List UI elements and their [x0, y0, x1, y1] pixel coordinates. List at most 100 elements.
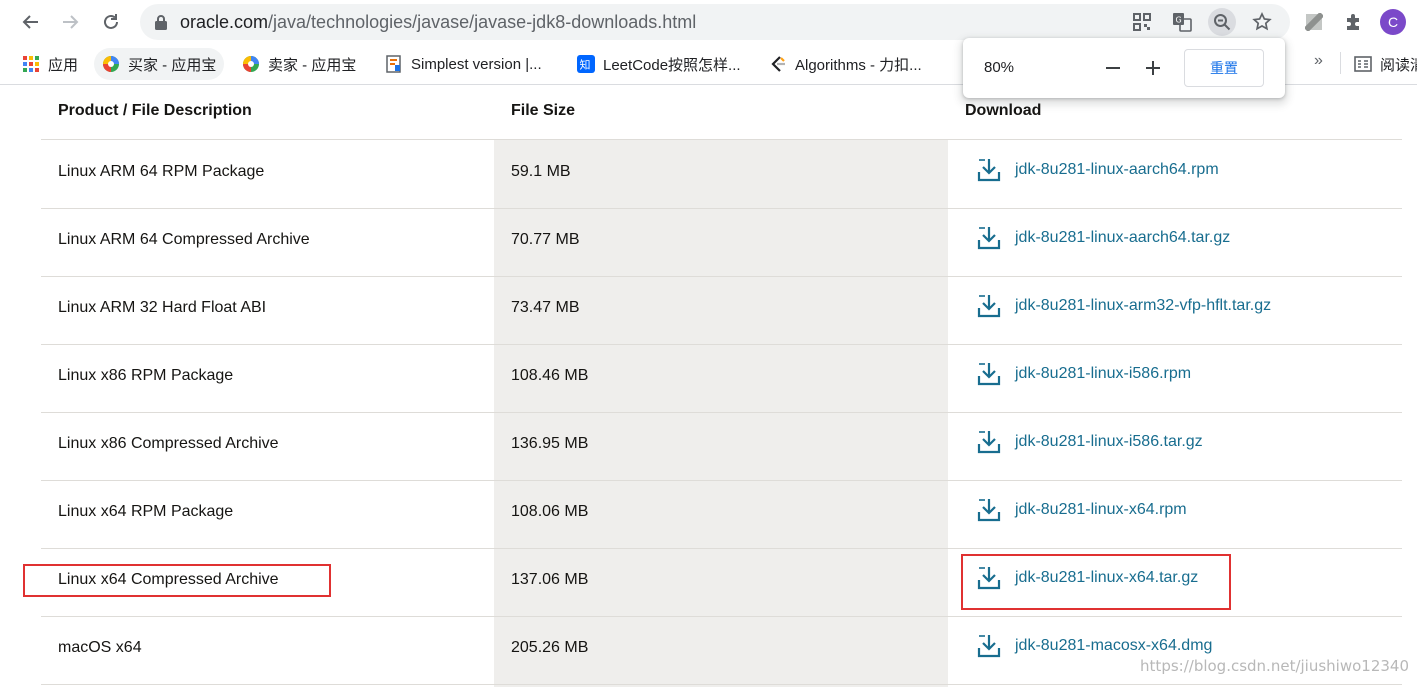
extensions-menu-button[interactable]: [1340, 8, 1368, 36]
qr-code-button[interactable]: [1128, 8, 1156, 36]
cell-description: Linux ARM 64 RPM Package: [58, 163, 265, 180]
cell-description: Linux x64 RPM Package: [58, 503, 234, 520]
cell-description: Linux x86 Compressed Archive: [58, 435, 279, 452]
cell-file-size: 136.95 MB: [511, 435, 589, 452]
plus-icon: [1146, 61, 1160, 75]
download-icon[interactable]: [975, 428, 1003, 456]
bookmark-algorithms-leetcode[interactable]: Algorithms - 力扣...: [769, 48, 922, 80]
url-path: /java/technologies/javase/javase-jdk8-do…: [268, 12, 697, 32]
download-link[interactable]: jdk-8u281-linux-aarch64.tar.gz: [1015, 229, 1230, 247]
zhihu-icon: 知: [577, 55, 595, 73]
download-link-group[interactable]: jdk-8u281-linux-arm32-vfp-hflt.tar.gz: [975, 292, 1271, 320]
bookmark-page-icon: [385, 55, 403, 73]
reading-list-button[interactable]: 阅读清: [1354, 48, 1417, 80]
reload-icon: [104, 14, 118, 29]
bookmark-apps[interactable]: 应用: [22, 48, 78, 80]
yingyongbao-icon: [242, 55, 260, 73]
zoom-level-text: 80%: [984, 59, 1015, 76]
leetcode-icon: [769, 55, 787, 73]
bookmarks-separator: [1340, 52, 1341, 74]
download-icon[interactable]: [975, 360, 1003, 388]
reading-list-label: 阅读清: [1380, 56, 1417, 74]
qr-code-icon: [1133, 13, 1151, 31]
cell-description: Linux ARM 32 Hard Float ABI: [58, 299, 267, 316]
url-host: oracle.com: [180, 12, 269, 32]
reload-button[interactable]: [99, 10, 123, 34]
download-link-group[interactable]: jdk-8u281-linux-aarch64.rpm: [975, 156, 1219, 184]
puzzle-icon: [1347, 14, 1359, 30]
arrow-right-icon: [63, 15, 79, 29]
bookmark-simplest-version[interactable]: Simplest version |...: [385, 48, 542, 80]
zoom-out-icon: [1214, 14, 1231, 31]
table-row: Linux ARM 64 RPM Package 59.1 MB jdk-8u281…: [41, 140, 1402, 209]
forward-button[interactable]: [58, 10, 82, 34]
bookmark-star-button[interactable]: [1248, 8, 1276, 36]
svg-text:知: 知: [580, 58, 591, 72]
download-link-group[interactable]: jdk-8u281-linux-i586.tar.gz: [975, 428, 1203, 456]
apps-grid-icon: [22, 55, 40, 73]
star-icon: [1252, 12, 1272, 31]
zoom-reset-button[interactable]: 重置: [1184, 49, 1264, 87]
page-content: Product / File Description File Size Dow…: [0, 85, 1417, 687]
bookmark-label: 卖家 - 应用宝: [268, 56, 357, 74]
bookmark-label: LeetCode按照怎样...: [603, 56, 741, 74]
download-link[interactable]: jdk-8u281-linux-i586.rpm: [1015, 365, 1191, 383]
extension-square-icon: [1305, 13, 1323, 31]
download-icon[interactable]: [975, 632, 1003, 660]
download-icon[interactable]: [975, 156, 1003, 184]
bookmark-label: 买家 - 应用宝: [128, 56, 217, 74]
cell-file-size: 108.46 MB: [511, 367, 589, 384]
download-link[interactable]: jdk-8u281-linux-x64.rpm: [1015, 501, 1187, 519]
header-download: Download: [965, 102, 1042, 119]
highlight-box-description: [23, 564, 331, 597]
bookmarks-overflow-button[interactable]: »: [1314, 52, 1323, 70]
table-row: Linux x86 RPM Package 108.46 MB jdk-8u281-…: [41, 344, 1402, 413]
zoom-in-button[interactable]: [1139, 54, 1167, 82]
svg-text:G: G: [1176, 16, 1182, 25]
extension-button[interactable]: [1300, 8, 1328, 36]
bookmark-label: Simplest version |...: [411, 55, 542, 73]
bookmark-buyer-yingyongbao[interactable]: 买家 - 应用宝: [94, 48, 225, 80]
cell-file-size: 205.26 MB: [511, 639, 589, 656]
download-icon[interactable]: [975, 496, 1003, 524]
download-link[interactable]: jdk-8u281-linux-arm32-vfp-hflt.tar.gz: [1015, 297, 1271, 315]
lock-icon: [155, 15, 167, 30]
download-link-group[interactable]: jdk-8u281-linux-i586.rpm: [975, 360, 1191, 388]
highlight-box-download: [961, 554, 1231, 610]
download-icon[interactable]: [975, 224, 1003, 252]
download-link-group[interactable]: jdk-8u281-macosx-x64.dmg: [975, 632, 1212, 660]
zoom-button[interactable]: [1208, 8, 1236, 36]
cell-description: Linux ARM 64 Compressed Archive: [58, 231, 310, 248]
bookmark-seller-yingyongbao[interactable]: 卖家 - 应用宝: [242, 48, 356, 80]
cell-file-size: 137.06 MB: [511, 571, 589, 588]
bookmark-label: Algorithms - 力扣...: [795, 56, 922, 74]
header-file-size: File Size: [511, 102, 576, 119]
download-link[interactable]: jdk-8u281-linux-i586.tar.gz: [1015, 433, 1203, 451]
table-row: Linux x64 RPM Package 108.06 MB jdk-8u281-…: [41, 480, 1402, 549]
url-text[interactable]: oracle.com/java/technologies/javase/java…: [180, 12, 696, 33]
table-row: Linux ARM 32 Hard Float ABI 73.47 MB jdk-8…: [41, 276, 1402, 345]
table-row: Linux ARM 64 Compressed Archive 70.77 MB j…: [41, 208, 1402, 277]
download-link[interactable]: jdk-8u281-linux-aarch64.rpm: [1015, 161, 1219, 179]
download-link-group[interactable]: jdk-8u281-linux-aarch64.tar.gz: [975, 224, 1230, 252]
cell-file-size: 108.06 MB: [511, 503, 589, 520]
download-link-group[interactable]: jdk-8u281-linux-x64.rpm: [975, 496, 1187, 524]
yingyongbao-icon: [102, 55, 120, 73]
zoom-out-button[interactable]: [1099, 54, 1127, 82]
bookmark-zhihu-leetcode[interactable]: 知 LeetCode按照怎样...: [577, 48, 741, 80]
back-button[interactable]: [19, 10, 43, 34]
profile-avatar[interactable]: C: [1380, 9, 1406, 35]
minus-icon: [1106, 67, 1120, 69]
address-bar[interactable]: oracle.com/java/technologies/javase/java…: [140, 4, 1290, 40]
reading-list-icon: [1354, 55, 1372, 73]
download-link[interactable]: jdk-8u281-macosx-x64.dmg: [1015, 637, 1212, 655]
table-row: Linux x86 Compressed Archive 136.95 MB jdk…: [41, 412, 1402, 481]
download-icon[interactable]: [975, 292, 1003, 320]
zoom-popup: 80% 重置: [963, 38, 1285, 98]
cell-file-size: 73.47 MB: [511, 299, 580, 316]
translate-button[interactable]: G: [1168, 8, 1196, 36]
header-description: Product / File Description: [58, 102, 252, 119]
arrow-left-icon: [22, 15, 38, 29]
csdn-watermark: https://blog.csdn.net/jiushiwo12340: [1140, 657, 1409, 675]
cell-description: Linux x86 RPM Package: [58, 367, 234, 384]
